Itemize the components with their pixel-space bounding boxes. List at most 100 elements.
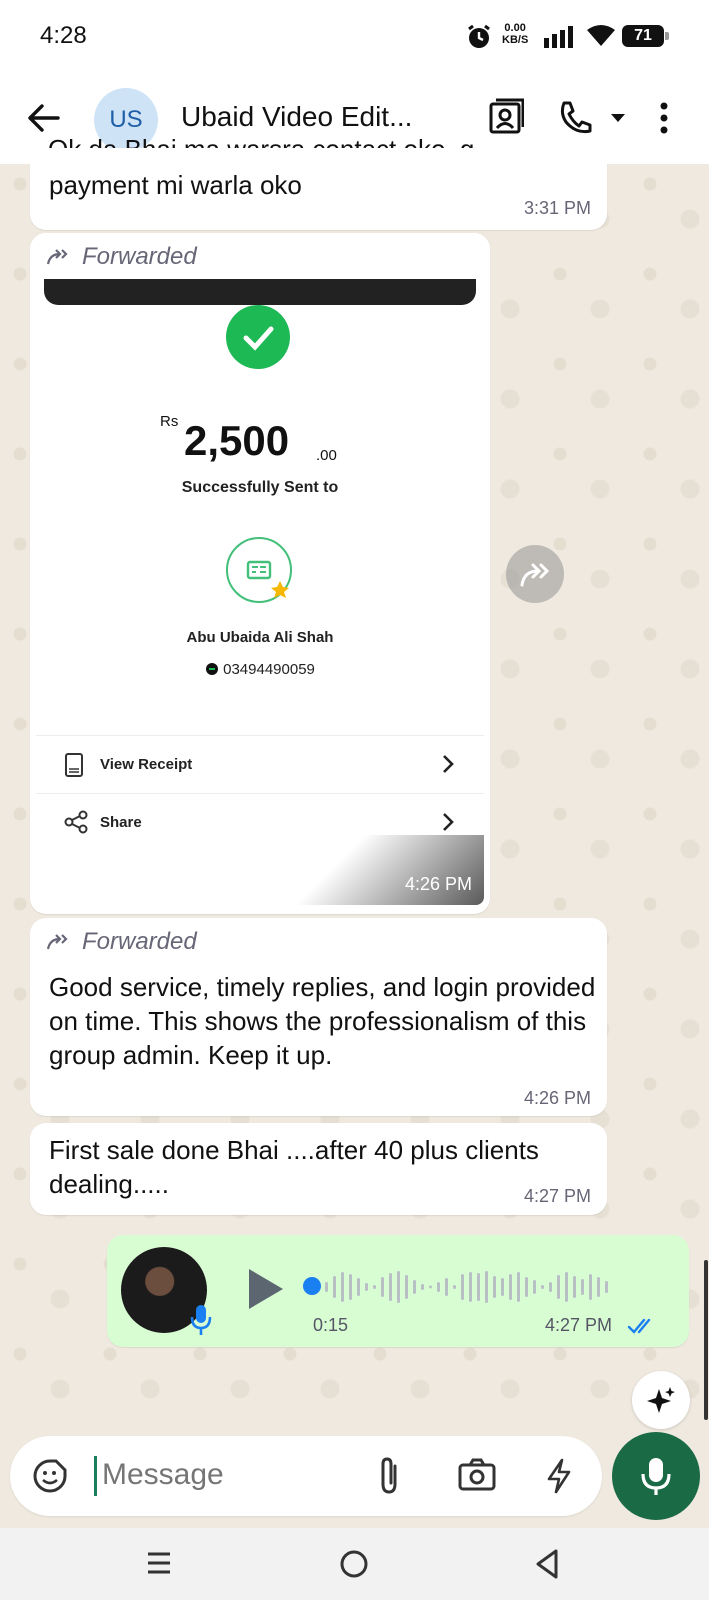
system-nav-bar <box>0 1528 709 1600</box>
waveform-bar <box>517 1272 520 1302</box>
waveform-bar <box>453 1285 456 1289</box>
contact-card-icon[interactable] <box>488 98 524 138</box>
quick-reply-bolt-icon[interactable] <box>546 1458 572 1494</box>
waveform-bar <box>541 1285 544 1289</box>
message-time: 4:27 PM <box>523 1186 591 1206</box>
forwarded-label: Forwarded <box>46 243 197 271</box>
header-shadow-strip <box>0 148 709 164</box>
message-input[interactable] <box>102 1458 342 1492</box>
waveform-bar <box>381 1277 384 1297</box>
chevron-right-icon <box>443 813 454 831</box>
forward-arrows-icon <box>46 249 68 265</box>
forward-arrows-icon <box>46 934 68 950</box>
waveform-bar <box>605 1281 608 1293</box>
waveform-bar <box>501 1278 504 1296</box>
waveform-bar <box>565 1272 568 1302</box>
mic-icon <box>641 1458 671 1495</box>
scrollbar-thumb[interactable] <box>704 1260 708 1420</box>
waveform-bar <box>397 1271 400 1303</box>
waveform-bar <box>493 1276 496 1298</box>
signal-icon <box>544 26 573 48</box>
voice-duration: 0:15 <box>313 1315 349 1335</box>
waveform-bar <box>421 1284 424 1290</box>
receipt-sent-label: Successfully Sent to <box>181 479 339 496</box>
waveform-bar <box>525 1277 528 1297</box>
waveform-bar <box>349 1274 352 1300</box>
attach-icon[interactable] <box>375 1456 403 1496</box>
voice-message-bubble[interactable]: 0:15 4:27 PM <box>107 1235 689 1347</box>
text-caret <box>94 1456 97 1496</box>
forwarded-label: Forwarded <box>46 928 197 956</box>
voice-record-button[interactable] <box>612 1432 700 1520</box>
payment-receipt-image[interactable]: Rs 2,500 .00 Successfully Sent to Abu Ub… <box>36 279 484 905</box>
waveform-bar <box>573 1276 576 1298</box>
back-icon[interactable] <box>534 1548 560 1580</box>
waveform-bar <box>333 1276 336 1298</box>
ai-sparkle-button[interactable] <box>632 1371 690 1429</box>
camera-icon[interactable] <box>458 1458 496 1492</box>
message-time: 4:26 PM <box>523 1088 591 1108</box>
waveform-bar <box>341 1272 344 1302</box>
net-speed-value: 0.00 <box>504 22 526 34</box>
play-icon[interactable] <box>245 1267 285 1311</box>
waveform-bar <box>389 1273 392 1301</box>
waveform-bar <box>429 1285 432 1289</box>
back-arrow-icon[interactable] <box>26 98 62 138</box>
waveform-bar <box>357 1278 360 1296</box>
message-bubble-incoming[interactable]: Forwarded Good service, timely replies, … <box>30 918 607 1116</box>
phone-icon[interactable] <box>556 98 592 138</box>
recipient-card-icon <box>226 537 292 603</box>
status-bar: 4:28 0.00 KB/S 71 <box>0 0 709 76</box>
waveform-bar <box>477 1273 480 1301</box>
waveform-bar <box>437 1282 440 1292</box>
success-check-icon <box>226 305 290 369</box>
waveform-bar <box>485 1271 488 1303</box>
waveform-bar <box>589 1274 592 1300</box>
share-label: Share <box>100 814 142 831</box>
waveform-bar <box>405 1275 408 1299</box>
waveform-bar <box>581 1279 584 1295</box>
dropdown-caret-icon[interactable] <box>610 112 626 124</box>
net-speed-unit: KB/S <box>502 34 529 46</box>
waveform-bar <box>597 1277 600 1297</box>
home-icon[interactable] <box>338 1548 370 1580</box>
receipt-top-banner <box>44 279 476 305</box>
view-receipt-row[interactable]: View Receipt <box>36 735 484 793</box>
message-bubble-incoming[interactable]: First sale done Bhai ....after 40 plus c… <box>30 1123 607 1215</box>
waveform-bar <box>445 1278 448 1296</box>
forward-button[interactable] <box>506 545 564 603</box>
status-time: 4:28 <box>40 22 87 49</box>
net-speed: 0.00 KB/S <box>502 22 528 46</box>
message-text: payment mi warla oko <box>49 170 302 200</box>
recipient-phone: 03494490059 <box>36 661 484 678</box>
forward-arrows-icon <box>520 563 550 587</box>
mic-icon <box>190 1305 212 1335</box>
waveform-bar <box>533 1280 536 1294</box>
playback-position-handle[interactable] <box>303 1277 321 1295</box>
message-text: Good service, timely replies, and login … <box>49 972 596 1070</box>
share-icon <box>64 810 88 834</box>
message-time: 3:31 PM <box>523 198 591 218</box>
waveform-bar <box>509 1274 512 1300</box>
message-text: First sale done Bhai ....after 40 plus c… <box>49 1135 539 1199</box>
battery-icon: 71 <box>622 25 669 47</box>
recents-icon[interactable] <box>144 1548 174 1578</box>
message-time: 4:27 PM <box>545 1315 613 1335</box>
message-composer <box>10 1436 602 1516</box>
message-bubble-image[interactable]: Forwarded Rs 2,500 .00 Successfully Sent… <box>30 233 490 914</box>
message-time: 4:26 PM <box>404 874 472 894</box>
waveform-bar <box>461 1274 464 1300</box>
receipt-amount: 2,500 <box>184 417 290 464</box>
chevron-right-icon <box>443 755 454 773</box>
more-vert-icon[interactable] <box>658 98 670 138</box>
forwarded-text: Forwarded <box>82 928 197 955</box>
recipient-phone-number: 03494490059 <box>223 661 315 678</box>
alarm-icon <box>468 24 490 48</box>
recipient-name: Abu Ubaida Ali Shah <box>186 629 334 646</box>
easypaisa-logo-icon <box>206 663 219 675</box>
avatar-initials: US <box>109 106 143 133</box>
waveform-bar <box>373 1285 376 1289</box>
audio-waveform[interactable] <box>325 1265 625 1309</box>
chat-title[interactable]: Ubaid Video Edit... <box>181 101 412 133</box>
sticker-emoji-icon[interactable] <box>32 1458 68 1494</box>
